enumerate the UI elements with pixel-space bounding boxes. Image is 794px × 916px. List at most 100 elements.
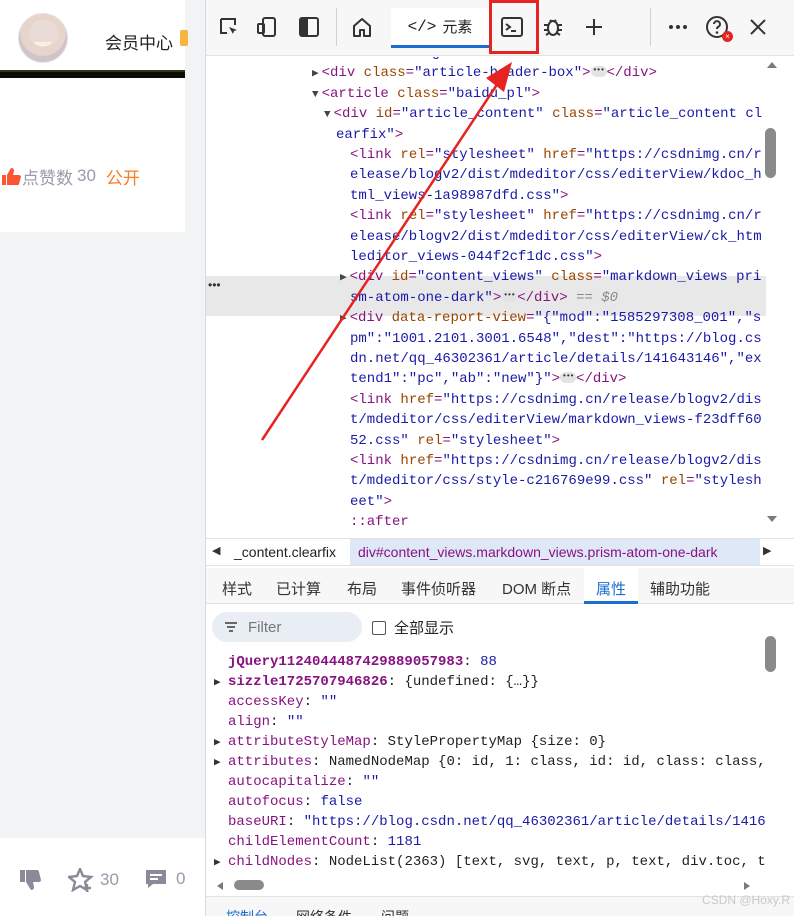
expand-toggle-icon[interactable]: ▶ [340, 313, 347, 325]
tab-accessibility[interactable]: 辅助功能 [650, 578, 710, 599]
dom-tree[interactable]: ••• ▼<div class="blog-content-box">▶<div… [206, 57, 781, 537]
breadcrumb-scroll-left-icon[interactable]: ◀ [212, 544, 220, 557]
breadcrumb-item[interactable]: _content.clearfix [234, 544, 336, 560]
avatar[interactable] [18, 13, 68, 63]
property-row[interactable]: childElementCount: 1181 [214, 832, 421, 852]
dom-node-line[interactable]: ▶ <div data-report-view="{"mod":"15852973… [340, 308, 761, 328]
property-row[interactable]: ▶ attributeStyleMap: StylePropertyMap {si… [214, 732, 606, 752]
dom-node-line[interactable]: ▼ <div id="article_content" class="articl… [324, 104, 762, 124]
tab-network-conditions[interactable]: 网络条件 [296, 907, 352, 916]
property-row[interactable]: align: "" [214, 712, 304, 732]
collapsed-content-icon[interactable] [560, 367, 577, 387]
dom-node-line[interactable]: tend1":"pc","ab":"new"}"></div> [350, 367, 626, 389]
properties-scroll-thumb[interactable] [765, 636, 776, 672]
tab-elements[interactable]: </> 元素 [391, 8, 489, 48]
device-emulation-button[interactable] [252, 12, 282, 42]
dom-node-line[interactable]: elease/blogv2/dist/mdeditor/css/editerVi… [350, 165, 762, 185]
dom-node-line[interactable]: ▶ <div id="content_views" class="markdown… [340, 267, 761, 287]
property-value: "" [362, 774, 380, 790]
property-key: align [228, 714, 271, 730]
tab-layout[interactable]: 布局 [347, 578, 377, 599]
tab-dom-breakpoints[interactable]: DOM 断点 [502, 578, 571, 599]
collapsed-content-icon[interactable] [590, 61, 607, 81]
dislike-button[interactable] [18, 868, 44, 892]
dom-node-line[interactable]: ::after [350, 512, 409, 532]
dom-node-line[interactable]: tml_views-1a98987dfd.css"> [350, 186, 568, 206]
comment-button[interactable]: 0 [144, 868, 185, 890]
dom-node-line[interactable]: <link rel="stylesheet" href="https://csd… [350, 206, 762, 226]
breadcrumb-scroll-right-icon[interactable]: ▶ [763, 544, 771, 557]
favorite-button[interactable]: 30 [68, 868, 119, 892]
property-row[interactable]: jQuery1124044487429889057983: 88 [214, 652, 497, 672]
node-actions-icon[interactable]: ••• [208, 278, 221, 292]
property-row[interactable]: ▶ attributes: NamedNodeMap {0: id, 1: cla… [214, 752, 766, 772]
article-action-bar: 30 0 [0, 838, 205, 916]
dom-node-line[interactable]: t/mdeditor/css/editerView/markdown_views… [350, 410, 762, 430]
member-center-link[interactable]: 会员中心 [105, 29, 173, 54]
dom-node-line[interactable]: <link href="https://csdnimg.cn/release/b… [350, 451, 762, 471]
property-row[interactable]: ▶ childNodes: NodeList(2363) [text, svg, … [214, 852, 766, 872]
dom-node-line[interactable]: elease/blogv2/dist/mdeditor/css/editerVi… [350, 227, 762, 247]
property-separator: : [345, 774, 363, 790]
dom-node-line[interactable]: pm":"1001.2101.3001.6548","dest":"https:… [350, 329, 762, 349]
property-row[interactable]: ▶ sizzle1725707946826: {undefined: {…}} [214, 672, 539, 692]
tab-debugger[interactable] [538, 12, 568, 42]
property-value: "https://blog.csdn.net/qq_46302361/artic… [303, 814, 766, 830]
expand-toggle-icon[interactable]: ▶ [214, 753, 228, 773]
expand-toggle-icon[interactable]: ▼ [312, 89, 319, 101]
property-row[interactable]: baseURI: "https://blog.csdn.net/qq_46302… [214, 812, 766, 832]
show-all-label: 全部显示 [394, 620, 455, 637]
thumbs-down-icon [20, 870, 41, 890]
collapsed-content-icon[interactable] [501, 286, 518, 306]
dom-node-line[interactable]: t/mdeditor/css/style-c216769e99.css" rel… [350, 471, 762, 491]
tab-issues[interactable]: 问题 [381, 907, 409, 916]
dom-node-line[interactable]: leditor_views-044f2cf1dc.css"> [350, 247, 602, 267]
dom-node-line[interactable]: ▶<div class="article-header-box"></div> [312, 61, 657, 83]
expand-toggle-icon[interactable]: ▼ [324, 109, 331, 121]
toggle-sidebar-button[interactable] [294, 12, 324, 42]
property-row[interactable]: autocapitalize: "" [214, 772, 379, 792]
inspect-element-button[interactable] [214, 12, 244, 42]
more-options-button[interactable] [663, 12, 693, 42]
breadcrumb-item-selected[interactable]: div#content_views.markdown_views.prism-a… [350, 539, 760, 565]
close-devtools-button[interactable] [743, 12, 773, 42]
horizontal-scroll-thumb[interactable] [234, 880, 264, 890]
dom-node-line[interactable]: ▼<div class="blog-content-box"> [296, 57, 558, 63]
sidebar-icon [299, 17, 319, 37]
dom-node-line[interactable]: sm-atom-one-dark"></div> == $0 [350, 286, 618, 308]
expand-toggle-icon[interactable]: ▶ [214, 853, 228, 872]
tab-drawer-console[interactable]: 控制台 [226, 907, 268, 916]
show-all-checkbox[interactable]: 全部显示 [372, 617, 454, 638]
properties-filter-input[interactable]: Filter [212, 612, 362, 642]
properties-list[interactable]: jQuery1124044487429889057983: 88 ▶ sizzle1… [206, 652, 766, 872]
expand-toggle-icon[interactable]: ▶ [214, 733, 228, 753]
checkbox-box[interactable] [372, 620, 386, 635]
device-icon [257, 17, 276, 37]
property-row[interactable]: accessKey: "" [214, 692, 337, 712]
property-row[interactable]: autofocus: false [214, 792, 362, 812]
expand-toggle-icon[interactable]: ▶ [214, 673, 228, 693]
dom-node-line[interactable]: eet"> [350, 492, 392, 512]
dom-node-line[interactable]: <link rel="stylesheet" href="https://csd… [350, 145, 762, 165]
properties-horizontal-scrollbar[interactable] [206, 878, 781, 892]
dom-node-line[interactable]: earfix"> [336, 125, 403, 145]
tab-properties[interactable]: 属性 [584, 568, 639, 604]
tab-event-listeners[interactable]: 事件侦听器 [401, 578, 476, 599]
property-separator: : [270, 714, 287, 730]
dom-node-line[interactable]: ▼ <article class="baidu_pl"> [312, 84, 540, 104]
property-separator: : [387, 674, 405, 690]
expand-toggle-icon[interactable]: ▶ [340, 272, 347, 284]
dom-tree-scroll-thumb[interactable] [765, 128, 776, 178]
expand-toggle-icon[interactable]: ▼ [296, 57, 303, 60]
expand-toggle-icon[interactable]: ▶ [312, 68, 319, 80]
visibility-label: 公开 [105, 168, 140, 188]
property-separator: : [303, 794, 321, 810]
tab-computed[interactable]: 已计算 [276, 578, 321, 599]
dom-node-line[interactable]: <link href="https://csdnimg.cn/release/b… [350, 390, 762, 410]
more-tools-button[interactable] [579, 12, 609, 42]
welcome-tab[interactable] [347, 12, 377, 42]
dom-node-line[interactable]: 52.css" rel="stylesheet"> [350, 431, 560, 451]
property-key: autofocus [228, 794, 304, 810]
tab-styles[interactable]: 样式 [222, 578, 252, 599]
dom-node-line[interactable]: dn.net/qq_46302361/article/details/14164… [350, 349, 762, 369]
